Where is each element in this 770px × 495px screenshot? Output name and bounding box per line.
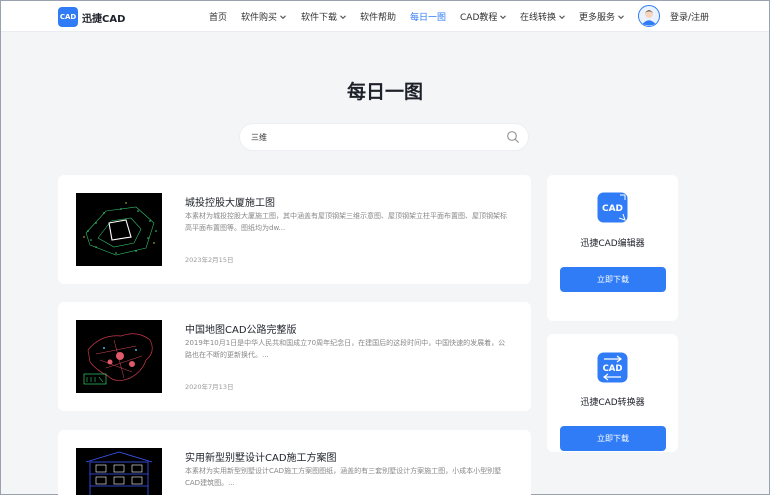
- icon-text: CAD: [603, 364, 623, 374]
- nav-label: 每日一图: [410, 13, 447, 23]
- cad-converter-icon: CAD: [597, 352, 628, 383]
- product-name: 迅捷CAD编辑器: [580, 239, 645, 249]
- icon-text: CAD: [602, 204, 623, 214]
- page-title: 每日一图: [346, 81, 423, 103]
- login-register-link[interactable]: 登录/注册: [670, 10, 709, 23]
- nav-label: 软件帮助: [360, 13, 397, 23]
- search-bar[interactable]: 三维: [239, 123, 529, 151]
- article-title[interactable]: 实用新型别墅设计CAD施工方案图: [185, 449, 337, 464]
- article-description: 本素材为城投控股大厦施工图，其中涵盖有屋顶钢架三维示意图、屋顶钢架立柱平面布置图…: [185, 212, 507, 232]
- article-description: 本素材为实用新型别墅设计CAD施工方案图图纸，涵盖的有三套别墅设计方案施工图，小…: [185, 467, 502, 487]
- nav-item-more-services[interactable]: 更多服务: [579, 10, 625, 23]
- article-title[interactable]: 城投控股大厦施工图: [185, 194, 275, 209]
- nav-item-home[interactable]: 首页: [209, 10, 227, 23]
- cad-editor-icon: CAD: [597, 192, 628, 223]
- article-thumbnail[interactable]: [76, 448, 162, 495]
- article-thumbnail[interactable]: [76, 193, 162, 266]
- download-button[interactable]: 立即下载: [560, 267, 666, 292]
- chevron-down-icon: [618, 14, 624, 19]
- nav-label: 首页: [209, 13, 228, 23]
- nav-label: 软件购买: [241, 13, 278, 23]
- chevron-down-icon: [559, 14, 565, 19]
- search-input[interactable]: 三维: [251, 132, 267, 143]
- article-date: 2020年7月13日: [185, 383, 234, 391]
- brand-logo[interactable]: CAD 迅捷CAD: [58, 7, 125, 27]
- nav-item-online-convert[interactable]: 在线转换: [520, 10, 566, 23]
- product-name: 迅捷CAD转换器: [580, 398, 645, 408]
- download-button[interactable]: 立即下载: [560, 426, 666, 451]
- nav-label: CAD教程: [460, 13, 498, 23]
- article-card[interactable]: 城投控股大厦施工图 本素材为城投控股大厦施工图，其中涵盖有屋顶钢架三维示意图、屋…: [58, 175, 531, 284]
- search-icon[interactable]: [506, 130, 520, 144]
- article-thumbnail[interactable]: [76, 320, 162, 393]
- nav-item-buy[interactable]: 软件购买: [241, 10, 287, 23]
- nav-item-tutorial[interactable]: CAD教程: [460, 10, 507, 23]
- user-avatar-icon[interactable]: [638, 5, 660, 27]
- nav-item-daily-image[interactable]: 每日一图: [410, 10, 446, 23]
- article-title[interactable]: 中国地图CAD公路完整版: [185, 321, 297, 336]
- chevron-down-icon: [340, 14, 346, 19]
- cad-logo-icon: CAD: [58, 7, 78, 27]
- download-card-converter: CAD 迅捷CAD转换器 立即下载: [547, 334, 678, 452]
- nav-label: 更多服务: [579, 13, 616, 23]
- article-card[interactable]: 中国地图CAD公路完整版 2019年10月1日是中华人民共和国成立70周年纪念日…: [58, 302, 531, 411]
- article-date: 2023年2月15日: [185, 256, 234, 264]
- nav-item-help[interactable]: 软件帮助: [360, 10, 396, 23]
- download-card-editor: CAD 迅捷CAD编辑器 立即下载: [547, 175, 678, 321]
- nav-label: 软件下载: [301, 13, 338, 23]
- article-card[interactable]: 实用新型别墅设计CAD施工方案图 本素材为实用新型别墅设计CAD施工方案图图纸，…: [58, 430, 531, 495]
- nav-label: 在线转换: [520, 13, 557, 23]
- brand-name: 迅捷CAD: [82, 13, 126, 25]
- nav-item-download[interactable]: 软件下载: [301, 10, 347, 23]
- top-nav-bar: CAD 迅捷CAD 首页 软件购买 软件下载 软件帮助 每日一图 CAD教程 在…: [1, 1, 769, 32]
- chevron-down-icon: [280, 14, 286, 19]
- chevron-down-icon: [500, 14, 507, 19]
- article-description: 2019年10月1日是中华人民共和国成立70周年纪念日，在建国后的这段时间中，中…: [185, 339, 506, 359]
